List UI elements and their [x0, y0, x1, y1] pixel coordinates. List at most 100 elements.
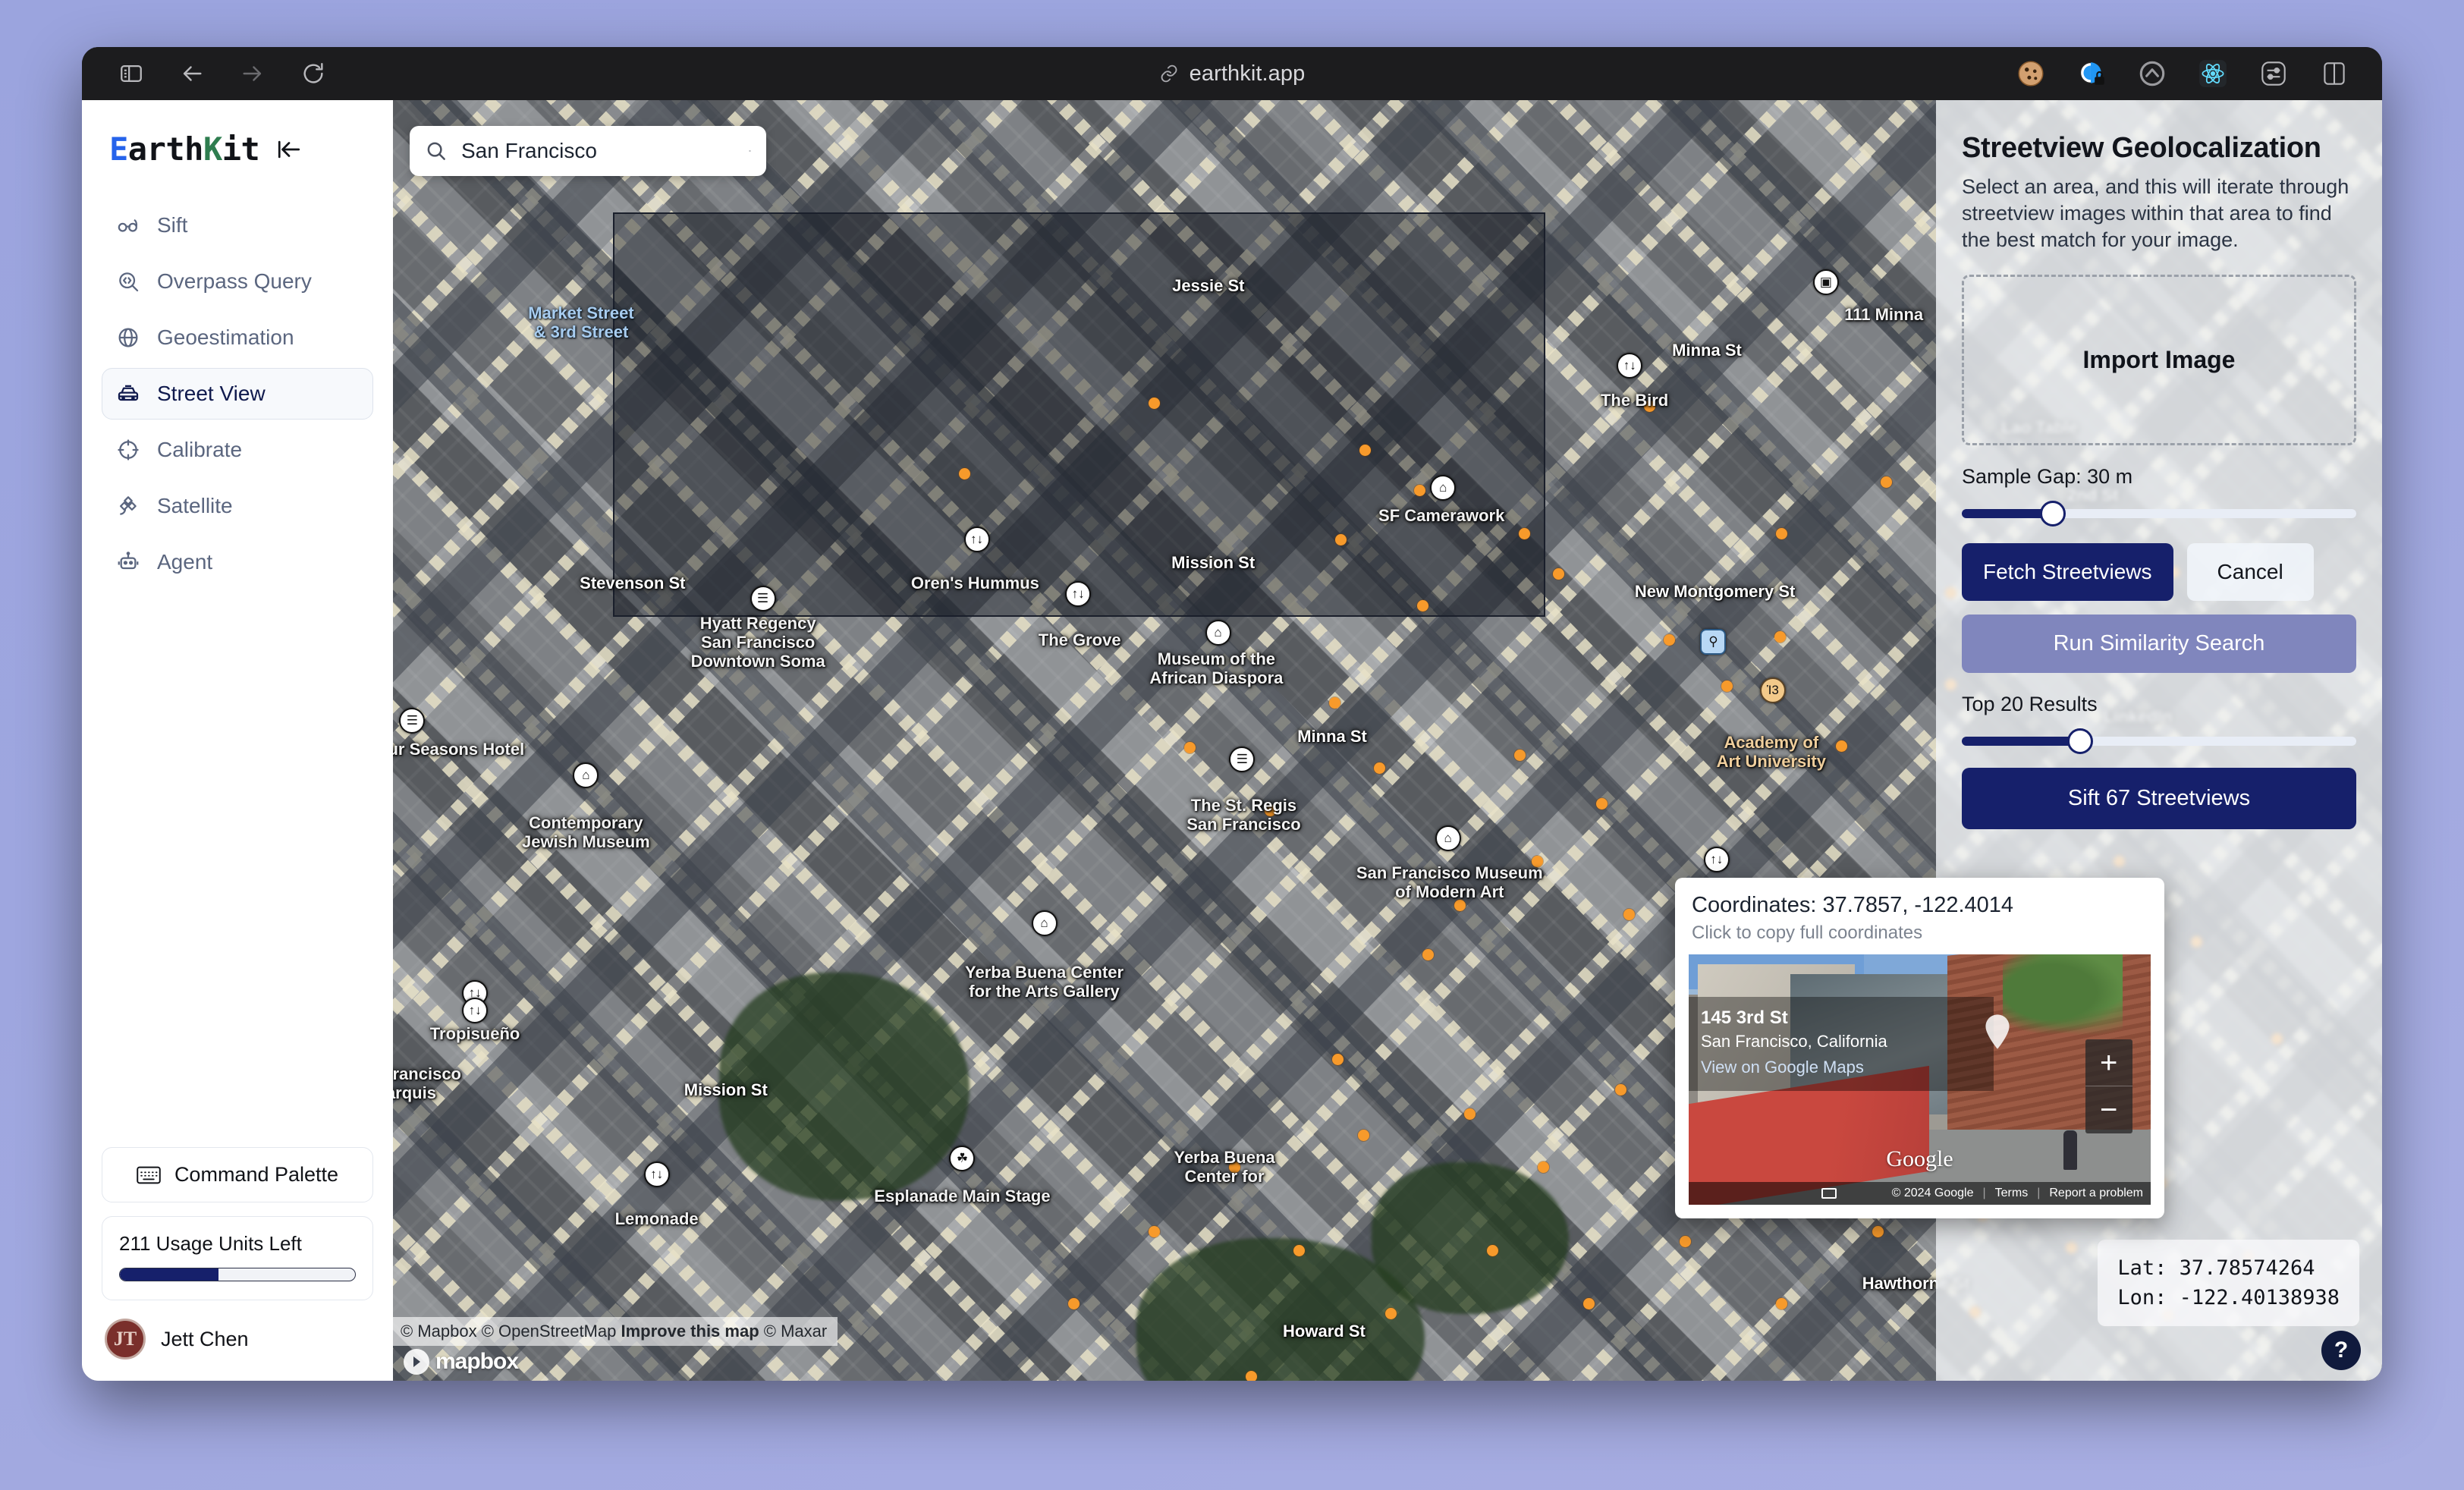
sample-point[interactable] [1595, 798, 1608, 810]
user-profile[interactable]: JT Jett Chen [102, 1314, 373, 1361]
restaurant-pin[interactable]: ↑↓ [643, 1162, 670, 1188]
back-arrow-icon[interactable] [179, 61, 205, 86]
sidebar-item-agent[interactable]: Agent [102, 536, 373, 588]
sidebar-item-label: Street View [157, 382, 266, 405]
address-bar[interactable]: earthkit.app [1159, 61, 1306, 86]
map-pin-icon [1985, 1014, 2010, 1049]
react-devtools-extension-icon[interactable] [2197, 58, 2229, 90]
streetview-thumbnail[interactable]: 145 3rd St San Francisco, California Vie… [1689, 954, 2151, 1205]
sample-point[interactable] [1486, 1245, 1498, 1257]
sample-point[interactable] [1835, 740, 1847, 752]
sample-point[interactable] [1414, 484, 1426, 496]
help-button[interactable]: ? [2321, 1331, 2361, 1370]
museum-pin[interactable]: ⌂ [1435, 825, 1461, 852]
slider-knob[interactable] [2039, 501, 2066, 527]
museum-pin[interactable]: ⌂ [1205, 619, 1231, 646]
sidebar-item-sift[interactable]: Sift [102, 200, 373, 251]
cancel-button[interactable]: Cancel [2186, 543, 2314, 602]
top-results-label: Top 20 Results [1962, 693, 2098, 716]
usage-label: 211 Usage Units Left [119, 1232, 302, 1255]
osm-attribution[interactable]: © OpenStreetMap [482, 1322, 617, 1341]
search-input[interactable] [461, 139, 735, 163]
cookie-extension-icon[interactable] [2015, 58, 2047, 90]
report-problem-link[interactable]: Report a problem [2049, 1187, 2143, 1200]
restaurant-pin[interactable]: ↑↓ [1065, 580, 1092, 607]
bicycle-pin[interactable]: ⚲ [1700, 629, 1727, 655]
map-canvas[interactable]: Market Street & 3rd Street 111 Minna Jessi… [393, 100, 2382, 1381]
slider-knob[interactable] [2067, 728, 2093, 755]
restaurant-pin[interactable]: ↑↓ [963, 526, 990, 552]
theater-pin[interactable]: ☘ [949, 1145, 976, 1171]
mapbox-mark-icon [404, 1349, 429, 1375]
museum-pin[interactable]: ⌂ [1031, 910, 1058, 937]
streetview-popup[interactable]: Coordinates: 37.7857, -122.4014 Click to… [1675, 878, 2164, 1218]
sidebar-item-geoestimation[interactable]: Geoestimation [102, 312, 373, 363]
top-results-slider[interactable] [1962, 728, 2356, 755]
app-logo[interactable]: EarthKit [102, 126, 373, 168]
run-similarity-search-button[interactable]: Run Similarity Search [1962, 615, 2356, 674]
sidebar-item-calibrate[interactable]: Calibrate [102, 424, 373, 476]
popup-header[interactable]: Coordinates: 37.7857, -122.4014 Click to… [1675, 878, 2164, 954]
restaurant-pin[interactable]: ↑↓ [1617, 352, 1643, 379]
sample-point[interactable] [1245, 1370, 1257, 1381]
sample-point[interactable] [1359, 444, 1372, 456]
view-on-google-maps-link[interactable]: View on Google Maps [1701, 1058, 1982, 1077]
streetview-zoom-controls[interactable]: + − [2085, 1039, 2132, 1134]
close-icon[interactable] [749, 140, 751, 162]
terms-link[interactable]: Terms [1995, 1187, 2029, 1200]
sample-point[interactable] [1663, 633, 1675, 646]
sidebar-item-overpass-query[interactable]: Overpass Query [102, 256, 373, 307]
museum-pin[interactable]: ⌂ [573, 762, 599, 789]
settings-sliders-extension-icon[interactable] [2258, 58, 2290, 90]
sidebar-item-street-view[interactable]: Street View [102, 368, 373, 420]
sample-gap-label: Sample Gap: 30 m [1962, 465, 2133, 489]
arc-extension-icon[interactable] [2136, 58, 2168, 90]
sample-point[interactable] [1454, 899, 1466, 911]
hotel-pin[interactable]: ☰ [1229, 747, 1256, 773]
mapbox-attribution[interactable]: © Mapbox [401, 1322, 477, 1341]
sample-gap-slider[interactable] [1962, 501, 2356, 527]
fetch-streetviews-button[interactable]: Fetch Streetviews [1962, 543, 2173, 602]
zoom-out-button[interactable]: − [2085, 1086, 2132, 1133]
sample-point[interactable] [1881, 476, 1892, 489]
taxi-icon [116, 382, 140, 406]
sample-point[interactable] [1774, 630, 1787, 643]
sample-point[interactable] [1328, 696, 1340, 709]
restaurant-pin[interactable]: ↑↓ [462, 997, 489, 1023]
hotel-pin[interactable]: ☰ [750, 586, 776, 612]
sample-point[interactable] [1776, 527, 1788, 539]
collapse-sidebar-icon[interactable] [276, 137, 302, 162]
hotel-pin[interactable]: ☰ [399, 708, 426, 734]
reload-icon[interactable] [300, 61, 326, 86]
sample-point[interactable] [1519, 527, 1530, 539]
keyboard-icon[interactable] [1821, 1188, 1837, 1199]
sample-point[interactable] [1265, 804, 1277, 816]
sample-point[interactable] [1184, 741, 1196, 753]
zoom-in-button[interactable]: + [2085, 1039, 2132, 1087]
command-palette-button[interactable]: Command Palette [102, 1147, 373, 1202]
sample-point[interactable] [1358, 1129, 1369, 1141]
maxar-attribution[interactable]: © Maxar [764, 1322, 827, 1341]
fetch-actions-row: Fetch Streetviews Cancel [1962, 543, 2356, 602]
import-image-dropzone[interactable]: Import Image [1962, 275, 2356, 446]
privacy-badger-extension-icon[interactable] [2076, 58, 2107, 90]
area-selection-rectangle[interactable] [613, 212, 1545, 617]
sift-streetviews-button[interactable]: Sift 67 Streetviews [1962, 768, 2356, 830]
sample-point[interactable] [1680, 1235, 1691, 1247]
improve-map-link[interactable]: Improve this map [621, 1322, 759, 1341]
mapbox-wordmark: mapbox [435, 1349, 519, 1374]
restaurant-pin[interactable]: ↑↓ [1703, 846, 1730, 872]
graduation-pin[interactable]: Ἱ3 [1759, 677, 1786, 704]
sidebar-toggle-icon[interactable] [118, 61, 144, 86]
mapbox-logo[interactable]: mapbox [404, 1349, 519, 1375]
museum-pin[interactable]: ⌂ [1430, 474, 1457, 501]
sidebar-item-label: Agent [157, 550, 213, 574]
command-palette-label: Command Palette [174, 1163, 339, 1186]
google-copyright: © 2024 Google [1891, 1187, 1974, 1199]
sample-point[interactable] [1552, 567, 1564, 580]
forward-arrow-icon[interactable] [240, 61, 266, 86]
art-pin[interactable]: ▣ [1812, 269, 1839, 295]
split-view-icon[interactable] [2318, 58, 2350, 90]
sidebar-item-satellite[interactable]: Satellite [102, 480, 373, 532]
search-bar[interactable] [410, 126, 766, 176]
